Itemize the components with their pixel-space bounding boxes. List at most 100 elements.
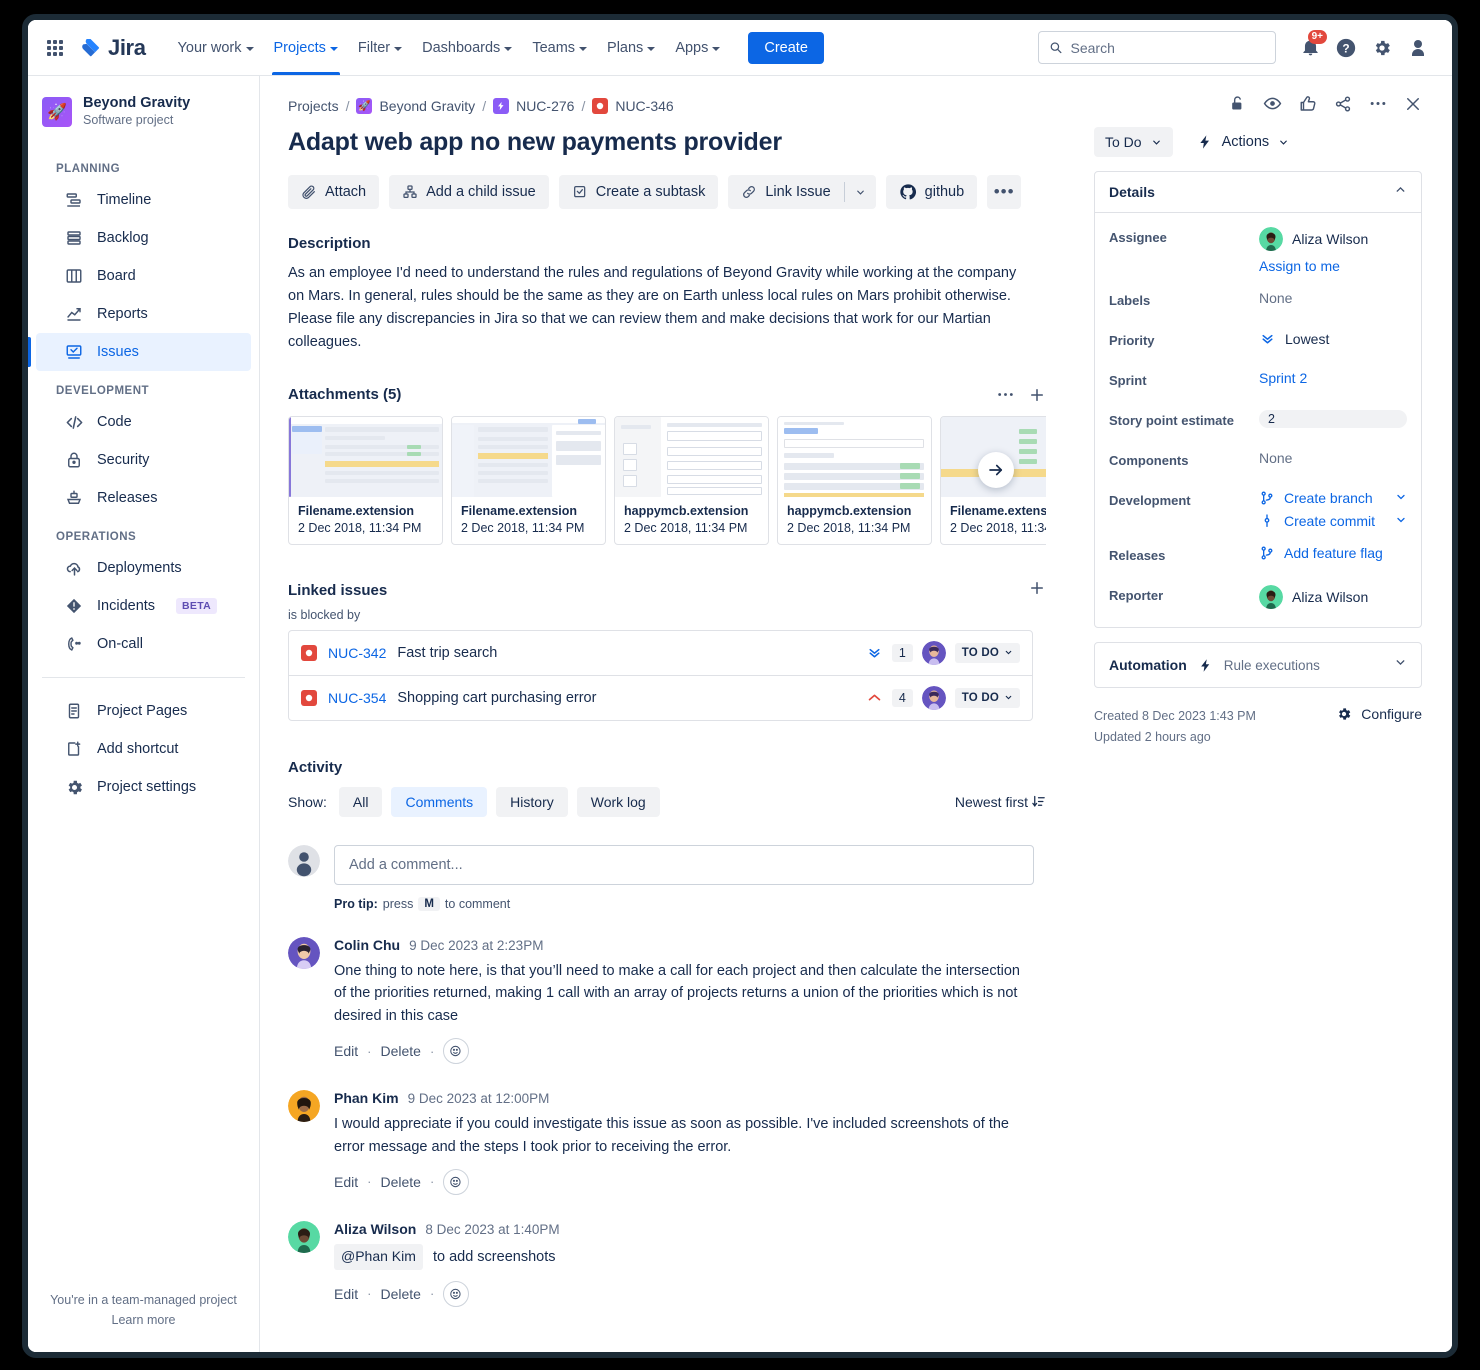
comment-author[interactable]: Colin Chu bbox=[334, 937, 400, 953]
search-box[interactable] bbox=[1038, 31, 1276, 64]
linked-issue-key[interactable]: NUC-342 bbox=[328, 645, 386, 661]
add-reaction-button[interactable] bbox=[443, 1169, 469, 1195]
create-subtask-button[interactable]: Create a subtask bbox=[559, 175, 719, 209]
nav-item-apps[interactable]: Apps bbox=[665, 20, 730, 75]
sidebar-item-issues[interactable]: Issues bbox=[36, 333, 251, 371]
tab-comments[interactable]: Comments bbox=[391, 787, 487, 817]
more-icon[interactable] bbox=[1369, 101, 1387, 106]
nav-item-teams[interactable]: Teams bbox=[522, 20, 597, 75]
assign-to-me-link[interactable]: Assign to me bbox=[1259, 258, 1407, 274]
learn-more-link[interactable]: Learn more bbox=[42, 1310, 245, 1330]
nav-item-dashboards[interactable]: Dashboards bbox=[412, 20, 522, 75]
field-value[interactable]: 2 bbox=[1259, 410, 1407, 428]
sidebar-item-releases[interactable]: Releases bbox=[36, 479, 251, 517]
create-branch-button[interactable]: Create branch bbox=[1259, 490, 1407, 506]
nav-item-projects[interactable]: Projects bbox=[264, 20, 348, 75]
comment-author[interactable]: Aliza Wilson bbox=[334, 1221, 416, 1237]
automation-card[interactable]: Automation Rule executions bbox=[1094, 642, 1422, 688]
nav-item-filter[interactable]: Filter bbox=[348, 20, 412, 75]
sprint-link[interactable]: Sprint 2 bbox=[1259, 370, 1407, 386]
field-value[interactable]: Aliza Wilson bbox=[1259, 585, 1407, 609]
tab-history[interactable]: History bbox=[496, 787, 568, 817]
add-comment-input[interactable]: Add a comment... bbox=[334, 845, 1034, 885]
search-input[interactable] bbox=[1071, 40, 1266, 56]
tab-all[interactable]: All bbox=[339, 787, 383, 817]
nav-item-plans[interactable]: Plans bbox=[597, 20, 665, 75]
sidebar-item-security[interactable]: Security bbox=[36, 441, 251, 479]
add-feature-flag-button[interactable]: Add feature flag bbox=[1259, 545, 1407, 561]
attachment-card[interactable]: Filename.extension 2 Dec 2018, 11:34 PM bbox=[288, 416, 443, 545]
attachment-card[interactable]: happymcb.extension 2 Dec 2018, 11:34 PM bbox=[777, 416, 932, 545]
tab-work-log[interactable]: Work log bbox=[577, 787, 660, 817]
comment-delete-button[interactable]: Delete bbox=[380, 1286, 420, 1302]
sidebar-item-incidents[interactable]: Incidents BETA bbox=[36, 587, 251, 625]
bug-dot-icon bbox=[596, 102, 604, 110]
breadcrumb-project[interactable]: Beyond Gravity bbox=[379, 98, 475, 114]
actions-dropdown[interactable]: Actions bbox=[1193, 128, 1294, 156]
add-attachment-icon[interactable] bbox=[1028, 386, 1046, 404]
breadcrumb-projects[interactable]: Projects bbox=[288, 98, 339, 114]
status-badge[interactable]: TO DO bbox=[955, 688, 1020, 708]
comment-author[interactable]: Phan Kim bbox=[334, 1090, 399, 1106]
comment-edit-button[interactable]: Edit bbox=[334, 1043, 358, 1059]
link-issue-dropdown[interactable] bbox=[845, 175, 876, 209]
apps-grid-icon[interactable] bbox=[42, 35, 68, 61]
assignee-user[interactable]: Aliza Wilson bbox=[1259, 227, 1407, 251]
field-value[interactable]: None bbox=[1259, 450, 1407, 466]
mention-chip[interactable]: @Phan Kim bbox=[334, 1244, 423, 1270]
project-header[interactable]: 🚀 Beyond Gravity Software project bbox=[28, 90, 259, 129]
sidebar-item-deployments[interactable]: Deployments bbox=[36, 549, 251, 587]
attachments-next-button[interactable] bbox=[978, 452, 1014, 488]
add-reaction-button[interactable] bbox=[443, 1038, 469, 1064]
notifications-icon[interactable]: 9+ bbox=[1294, 32, 1326, 64]
comment-edit-button[interactable]: Edit bbox=[334, 1174, 358, 1190]
comment-edit-button[interactable]: Edit bbox=[334, 1286, 358, 1302]
status-dropdown[interactable]: To Do bbox=[1094, 127, 1173, 157]
nav-item-your-work[interactable]: Your work bbox=[168, 20, 264, 75]
jira-logo[interactable]: Jira bbox=[80, 35, 146, 61]
sidebar-item-board[interactable]: Board bbox=[36, 257, 251, 295]
sort-order-button[interactable]: Newest first bbox=[955, 794, 1046, 810]
help-icon[interactable]: ? bbox=[1330, 32, 1362, 64]
attachment-card[interactable]: happymcb.extension 2 Dec 2018, 11:34 PM bbox=[614, 416, 769, 545]
github-button[interactable]: github bbox=[886, 175, 978, 209]
more-actions-button[interactable]: ••• bbox=[987, 175, 1021, 209]
field-value[interactable]: None bbox=[1259, 290, 1407, 306]
linked-issue-row[interactable]: NUC-342 Fast trip search 1 bbox=[289, 631, 1032, 676]
attachment-card[interactable]: Filename.extension 2 Dec 2018, 11:34 PM bbox=[451, 416, 606, 545]
sidebar-item-reports[interactable]: Reports bbox=[36, 295, 251, 333]
sidebar-item-timeline[interactable]: Timeline bbox=[36, 181, 251, 219]
thumbs-up-icon[interactable] bbox=[1299, 95, 1317, 113]
linked-issue-row[interactable]: NUC-354 Shopping cart purchasing error 4 bbox=[289, 676, 1032, 720]
sidebar-item-on-call[interactable]: On-call bbox=[36, 625, 251, 663]
breadcrumb-epic[interactable]: NUC-276 bbox=[516, 98, 574, 114]
profile-avatar-icon[interactable] bbox=[1402, 32, 1434, 64]
sidebar-item-code[interactable]: Code bbox=[36, 403, 251, 441]
configure-button[interactable]: Configure bbox=[1336, 706, 1422, 722]
sidebar-item-add-shortcut[interactable]: Add shortcut bbox=[36, 730, 251, 768]
breadcrumb-issue[interactable]: NUC-346 bbox=[615, 98, 673, 114]
watch-eye-icon[interactable] bbox=[1263, 94, 1282, 113]
attachments-more-icon[interactable] bbox=[997, 392, 1014, 397]
link-issue-button[interactable]: Link Issue bbox=[728, 175, 843, 209]
separator-dot: · bbox=[430, 1174, 434, 1189]
details-card-header[interactable]: Details bbox=[1095, 172, 1421, 213]
comment-delete-button[interactable]: Delete bbox=[380, 1043, 420, 1059]
lock-icon[interactable] bbox=[1229, 95, 1246, 112]
attach-button[interactable]: Attach bbox=[288, 175, 379, 209]
linked-issue-key[interactable]: NUC-354 bbox=[328, 690, 386, 706]
add-child-issue-button[interactable]: Add a child issue bbox=[389, 175, 549, 209]
create-commit-button[interactable]: Create commit bbox=[1259, 513, 1407, 529]
settings-icon[interactable] bbox=[1366, 32, 1398, 64]
sidebar-item-project-settings[interactable]: Project settings bbox=[36, 768, 251, 806]
comment-delete-button[interactable]: Delete bbox=[380, 1174, 420, 1190]
add-linked-issue-button[interactable] bbox=[1028, 579, 1046, 602]
status-badge[interactable]: TO DO bbox=[955, 643, 1020, 663]
close-icon[interactable] bbox=[1404, 95, 1422, 113]
sidebar-item-backlog[interactable]: Backlog bbox=[36, 219, 251, 257]
add-reaction-button[interactable] bbox=[443, 1281, 469, 1307]
sidebar-item-project-pages[interactable]: Project Pages bbox=[36, 692, 251, 730]
create-button[interactable]: Create bbox=[748, 32, 824, 64]
field-value[interactable]: Lowest bbox=[1259, 330, 1407, 347]
share-icon[interactable] bbox=[1334, 95, 1352, 113]
